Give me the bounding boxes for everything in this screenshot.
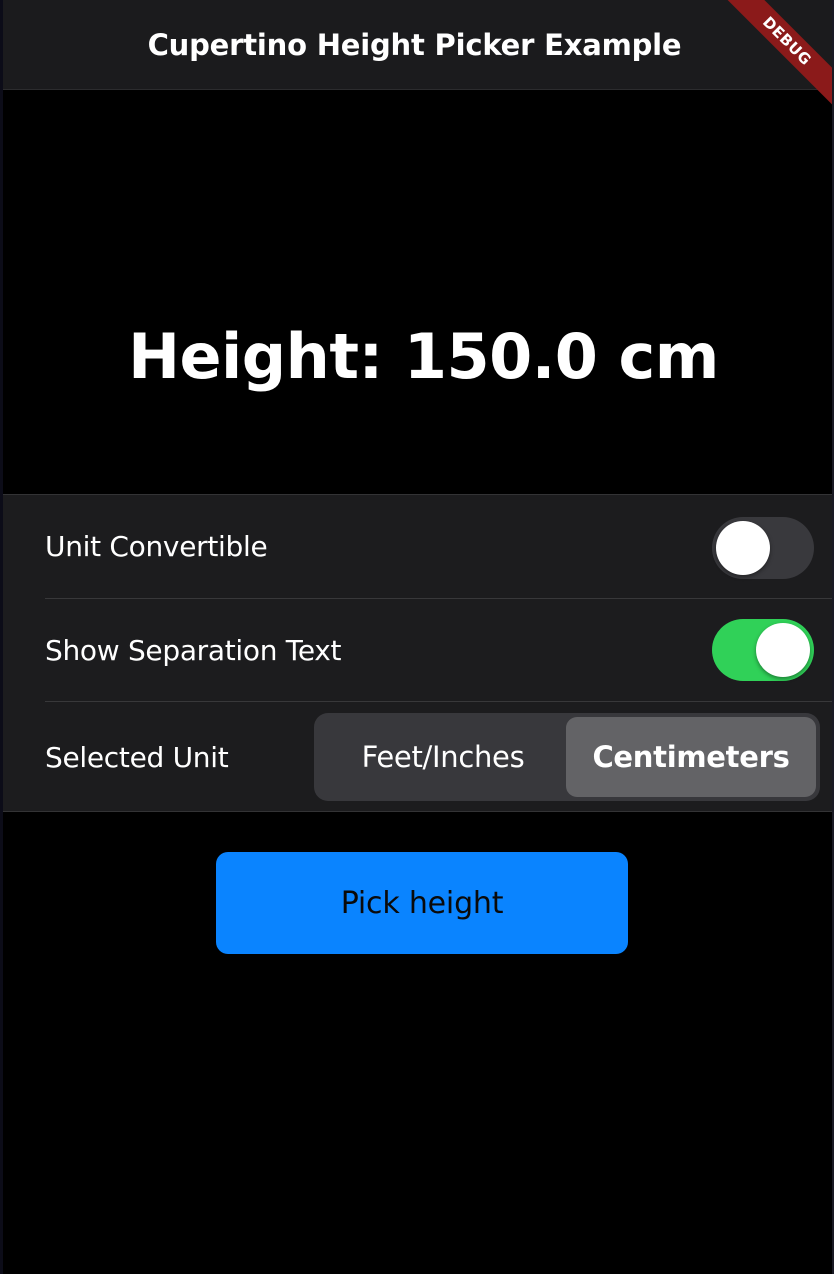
segment-centimeters[interactable]: Centimeters	[566, 717, 816, 797]
unit-segmented-control: Feet/Inches Centimeters	[314, 713, 820, 801]
settings-section: Unit Convertible Show Separation Text Se…	[3, 494, 832, 812]
selected-unit-label: Selected Unit	[45, 740, 229, 774]
show-separation-text-label: Show Separation Text	[45, 633, 342, 667]
pick-height-button[interactable]: Pick height	[216, 852, 628, 954]
height-value-display: Height: 150.0 cm	[128, 320, 719, 393]
switch-knob	[756, 623, 810, 677]
app-window: Cupertino Height Picker Example DEBUG He…	[0, 0, 834, 1274]
switch-knob	[716, 521, 770, 575]
show-separation-text-row: Show Separation Text	[3, 599, 832, 701]
navigation-bar: Cupertino Height Picker Example	[3, 0, 832, 90]
segment-feet-inches[interactable]: Feet/Inches	[318, 717, 568, 797]
unit-convertible-switch[interactable]	[712, 517, 814, 579]
show-separation-text-switch[interactable]	[712, 619, 814, 681]
unit-convertible-label: Unit Convertible	[45, 530, 268, 563]
page-title: Cupertino Height Picker Example	[147, 27, 682, 62]
selected-unit-row: Selected Unit Feet/Inches Centimeters	[3, 702, 832, 812]
unit-convertible-row: Unit Convertible	[3, 495, 832, 598]
